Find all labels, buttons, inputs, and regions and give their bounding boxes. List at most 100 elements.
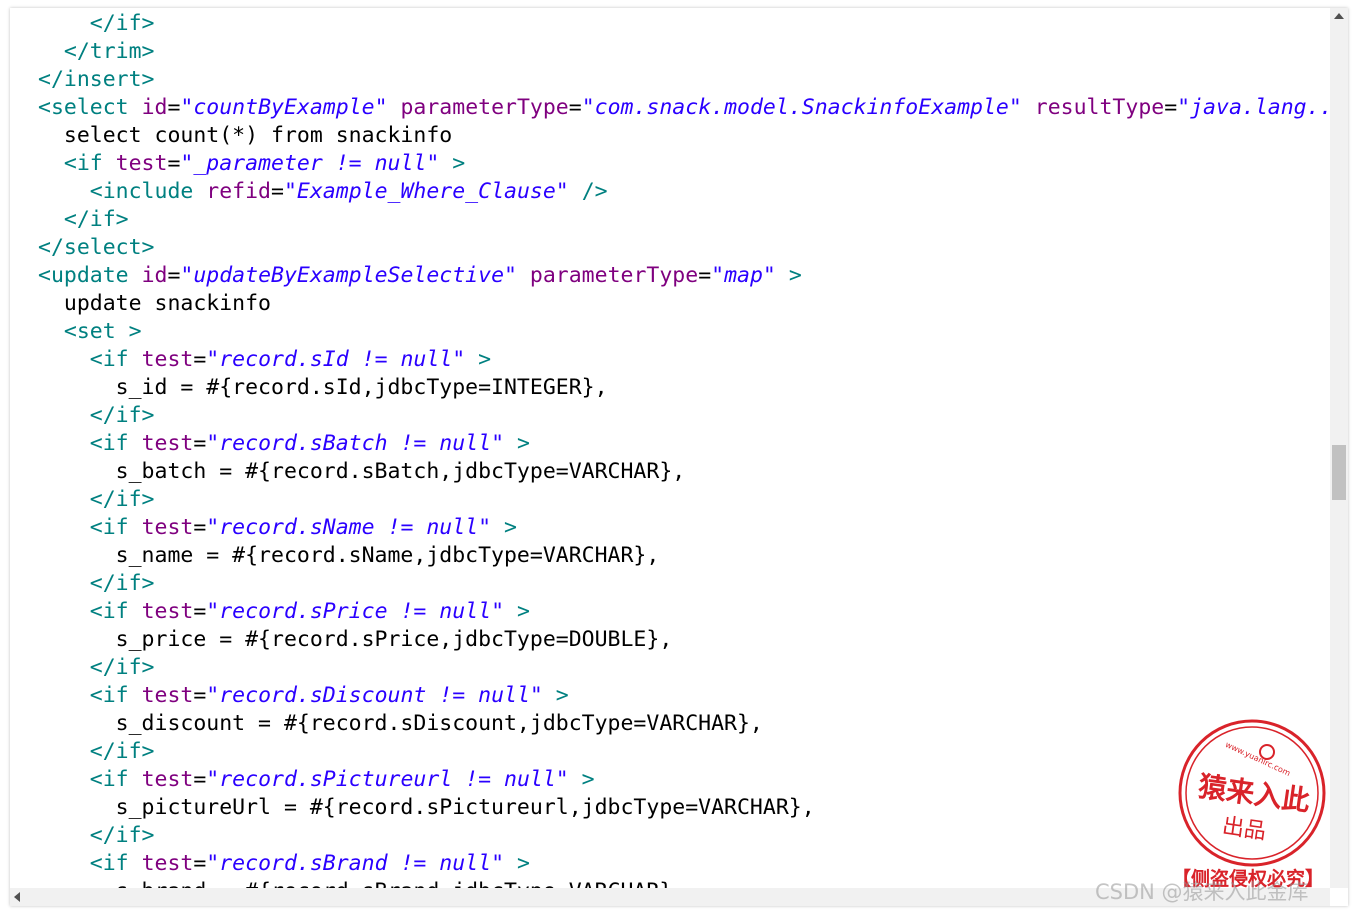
code-line: </if>: [38, 486, 155, 514]
code-token: >: [491, 515, 517, 540]
code-token: s_id = #{record.sId,jdbcType=INTEGER},: [38, 375, 608, 400]
code-token: "record.sDiscount != null": [206, 683, 543, 708]
code-line: <if test="record.sName != null" >: [38, 514, 517, 542]
code-token: <if: [38, 347, 142, 372]
code-token: id: [141, 95, 168, 120]
code-token: "_parameter != null": [180, 151, 440, 176]
code-token: =: [568, 95, 582, 120]
code-line: <if test="record.sPictureurl != null" >: [38, 766, 595, 794]
code-token: >: [504, 431, 530, 456]
code-token: =: [193, 515, 207, 540]
code-line: <include refid="Example_Where_Clause" />: [38, 178, 608, 206]
arrow-left-icon[interactable]: [14, 892, 20, 902]
code-token: "java.lang..: [1177, 95, 1330, 120]
code-line: </if>: [38, 570, 155, 598]
code-token: </if>: [38, 207, 129, 232]
code-token: s_price = #{record.sPrice,jdbcType=DOUBL…: [38, 627, 673, 652]
code-token: <update: [38, 263, 142, 288]
code-line: <set >: [38, 318, 142, 346]
code-line: <if test="record.sId != null" >: [38, 346, 491, 374]
code-token: <set >: [38, 319, 142, 344]
code-token: </if>: [38, 823, 155, 848]
code-token: "record.sPrice != null": [206, 599, 505, 624]
code-token: id: [141, 263, 168, 288]
arrow-up-icon[interactable]: [1334, 13, 1344, 19]
code-token: =: [193, 431, 207, 456]
code-token: <include: [38, 179, 207, 204]
code-line: </if>: [38, 206, 129, 234]
code-token: </if>: [38, 11, 155, 36]
code-token: parameterType: [400, 95, 569, 120]
code-token: />: [568, 179, 608, 204]
code-token: =: [167, 95, 181, 120]
code-line: s_discount = #{record.sDiscount,jdbcType…: [38, 710, 763, 738]
code-token: =: [193, 599, 207, 624]
code-token: =: [271, 179, 284, 204]
code-line: s_batch = #{record.sBatch,jdbcType=VARCH…: [38, 458, 686, 486]
code-token: test: [141, 767, 194, 792]
code-line: </if>: [38, 402, 155, 430]
code-token: <if: [38, 851, 142, 876]
code-token: test: [141, 599, 194, 624]
code-token: =: [167, 263, 181, 288]
code-token: resultType: [1034, 95, 1165, 120]
code-line: s_price = #{record.sPrice,jdbcType=DOUBL…: [38, 626, 673, 654]
code-line: <if test="record.sPrice != null" >: [38, 598, 530, 626]
code-token: "record.sName != null": [206, 515, 492, 540]
code-token: test: [141, 431, 194, 456]
stamp-sub-text: 出品: [1220, 814, 1267, 845]
code-token: "record.sBatch != null": [206, 431, 505, 456]
code-token: =: [193, 767, 207, 792]
code-line: <select id="countByExample" parameterTyp…: [38, 94, 1330, 122]
code-token: =: [698, 263, 712, 288]
code-line: s_name = #{record.sName,jdbcType=VARCHAR…: [38, 542, 660, 570]
code-token: >: [465, 347, 492, 372]
code-token: <select: [38, 95, 142, 120]
code-line: <if test="_parameter != null" >: [38, 150, 465, 178]
code-token: "map": [711, 263, 776, 288]
code-token: </if>: [38, 571, 155, 596]
code-token: test: [141, 851, 194, 876]
code-token: >: [568, 767, 595, 792]
code-line: s_id = #{record.sId,jdbcType=INTEGER},: [38, 374, 608, 402]
stamp-url: www.yuanlrc.com: [1224, 740, 1292, 778]
code-line: <if test="record.sBrand != null" >: [38, 850, 530, 878]
code-line: </select>: [38, 234, 155, 262]
code-token: >: [504, 851, 530, 876]
vertical-scroll-thumb[interactable]: [1332, 445, 1346, 500]
code-token: refid: [206, 179, 272, 204]
code-token: test: [141, 683, 194, 708]
code-token: select count(*) from snackinfo: [38, 123, 453, 148]
code-token: parameterType: [529, 263, 699, 288]
code-token: <if: [38, 515, 142, 540]
code-token: >: [439, 151, 466, 176]
code-token: test: [115, 151, 168, 176]
code-line: s_brand = #{record.sBrand,jdbcType=VARCH…: [38, 878, 686, 888]
code-token: "com.snack.model.SnackinfoExample": [581, 95, 1022, 120]
code-token: </trim>: [38, 39, 155, 64]
code-token: </if>: [38, 739, 155, 764]
code-line: s_pictureUrl = #{record.sPictureurl,jdbc…: [38, 794, 815, 822]
code-token: s_name = #{record.sName,jdbcType=VARCHAR…: [38, 543, 660, 568]
code-line: <if test="record.sBatch != null" >: [38, 430, 530, 458]
code-line: </trim>: [38, 38, 155, 66]
code-token: "updateByExampleSelective": [180, 263, 517, 288]
code-token: "Example_Where_Clause": [283, 179, 569, 204]
code-token: "record.sId != null": [206, 347, 466, 372]
code-token: >: [542, 683, 569, 708]
code-line: </insert>: [38, 66, 155, 94]
code-token: </if>: [38, 403, 155, 428]
stamp-main-text: 猿来入此: [1195, 770, 1312, 818]
code-line: </if>: [38, 654, 155, 682]
code-token: =: [193, 851, 207, 876]
code-token: s_batch = #{record.sBatch,jdbcType=VARCH…: [38, 459, 686, 484]
code-token: =: [1164, 95, 1178, 120]
code-token: <if: [38, 683, 142, 708]
code-token: </select>: [38, 235, 155, 260]
code-token: =: [193, 683, 207, 708]
code-token: "record.sBrand != null": [206, 851, 505, 876]
code-line: update snackinfo: [38, 290, 271, 318]
